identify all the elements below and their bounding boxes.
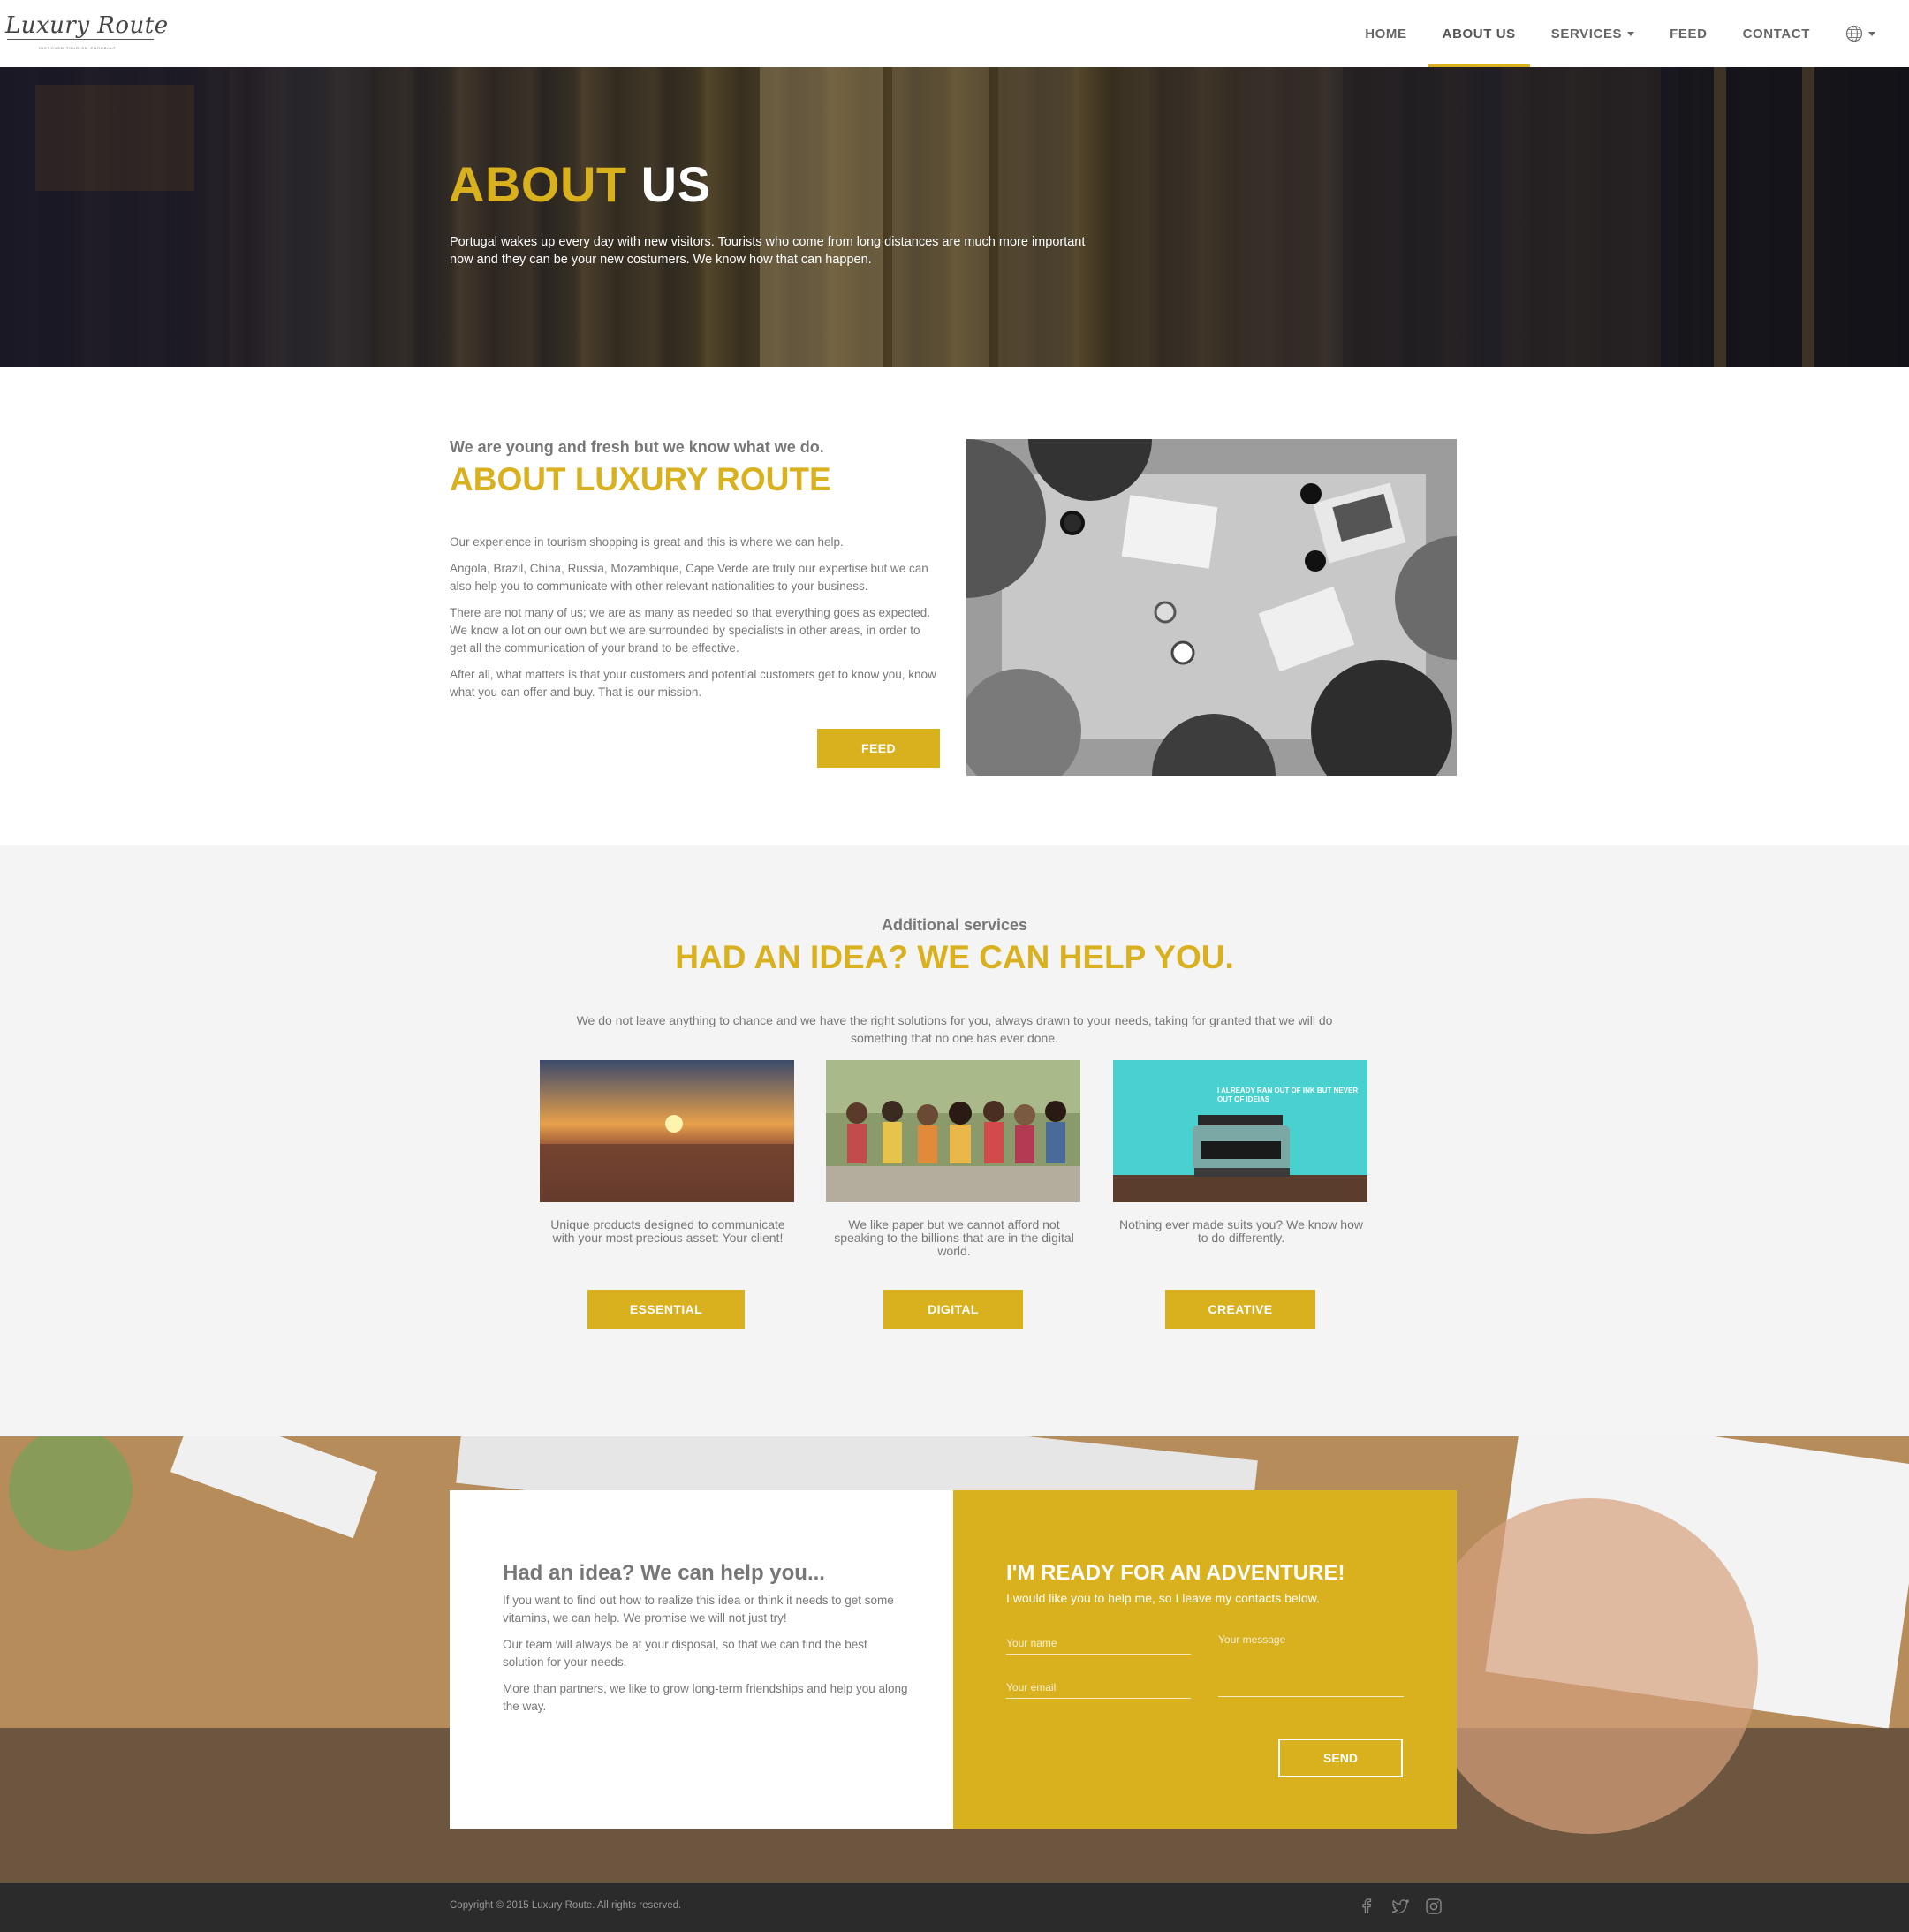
nav-item-label: CONTACT <box>1742 26 1810 42</box>
caret-down-icon <box>1868 31 1875 36</box>
digital-button[interactable]: DIGITAL <box>883 1290 1023 1329</box>
page-title-rest: US <box>640 156 711 212</box>
hero-banner: ABOUT US Portugal wakes up every day wit… <box>0 67 1909 367</box>
site-header: Luxury Route DISCOVER TOURISM SHOPPING H… <box>0 0 1909 67</box>
about-paragraph: After all, what matters is that your cus… <box>450 668 936 699</box>
services-subtitle: Additional services <box>881 916 1028 934</box>
service-card-essential: Unique products designed to communicate … <box>540 1060 796 1245</box>
nav-item-label: ABOUT US <box>1442 26 1516 42</box>
caret-down-icon <box>1627 31 1635 36</box>
nav-item-home[interactable]: HOME <box>1347 0 1424 67</box>
nav-item-contact[interactable]: CONTACT <box>1725 0 1828 67</box>
about-paragraph: There are not many of us; we are as many… <box>450 606 931 655</box>
group-of-friends-photo <box>826 1060 1080 1202</box>
services-section: Additional services HAD AN IDEA? WE CAN … <box>0 845 1909 1436</box>
team-meeting-illustration <box>966 439 1457 776</box>
site-footer: Copyright © 2015 Luxury Route. All right… <box>0 1883 1909 1932</box>
about-paragraph: Angola, Brazil, China, Russia, Mozambiqu… <box>450 562 928 593</box>
page-title-highlight: ABOUT <box>449 156 627 212</box>
essential-button[interactable]: ESSENTIAL <box>587 1290 745 1329</box>
nav-item-services[interactable]: SERVICES <box>1534 0 1652 67</box>
sunset-city-photo <box>540 1060 794 1202</box>
nav-item-label: HOME <box>1365 26 1407 42</box>
contact-form-title: I'M READY FOR AN ADVENTURE! <box>1006 1561 1345 1585</box>
instagram-icon[interactable] <box>1424 1897 1443 1916</box>
hero-description: Portugal wakes up every day with new vis… <box>450 235 1086 267</box>
contact-info-body: If you want to find out how to realize t… <box>503 1592 909 1724</box>
contact-info-paragraph: If you want to find out how to realize t… <box>503 1594 894 1625</box>
luxury-route-logo[interactable]: Luxury Route DISCOVER TOURISM SHOPPING <box>5 12 169 53</box>
message-field[interactable] <box>1218 1630 1404 1697</box>
contact-info-paragraph: More than partners, we like to grow long… <box>503 1682 908 1713</box>
name-field[interactable] <box>1006 1632 1191 1655</box>
feed-button[interactable]: FEED <box>817 729 940 768</box>
logo-tagline: DISCOVER TOURISM SHOPPING <box>39 46 117 50</box>
twitter-icon[interactable] <box>1390 1897 1410 1916</box>
contact-info-paragraph: Our team will always be at your disposal… <box>503 1638 867 1669</box>
nav-item-label: FEED <box>1670 26 1708 42</box>
main-nav: HOME ABOUT US SERVICES FEED CONTACT <box>1347 0 1893 67</box>
services-title: HAD AN IDEA? WE CAN HELP YOU. <box>675 939 1234 975</box>
typewriter-photo: I ALREADY RAN OUT OF INK BUT NEVER OUT O… <box>1113 1060 1367 1202</box>
send-button[interactable]: SEND <box>1278 1739 1403 1777</box>
contact-section: Had an idea? We can help you... If you w… <box>0 1436 1909 1883</box>
typewriter-illustration <box>1113 1060 1367 1202</box>
about-title: ABOUT LUXURY ROUTE <box>450 461 831 497</box>
city-buildings-background <box>0 67 1909 367</box>
team-meeting-photo <box>966 439 1457 776</box>
nav-item-about-us[interactable]: ABOUT US <box>1425 0 1534 67</box>
group-of-friends-illustration <box>826 1060 1080 1202</box>
typewriter-caption: I ALREADY RAN OUT OF INK BUT NEVER OUT O… <box>1217 1087 1359 1103</box>
logo-underline <box>7 39 154 40</box>
about-paragraph: Our experience in tourism shopping is gr… <box>450 535 844 549</box>
contact-form-subtitle: I would like you to help me, so I leave … <box>1006 1591 1320 1605</box>
copyright-text: Copyright © 2015 Luxury Route. All right… <box>450 1900 682 1911</box>
nav-item-label: SERVICES <box>1550 26 1623 42</box>
nav-item-feed[interactable]: FEED <box>1652 0 1724 67</box>
language-selector[interactable] <box>1828 0 1893 67</box>
creative-button[interactable]: CREATIVE <box>1165 1290 1315 1329</box>
about-section: We are young and fresh but we know what … <box>0 367 1909 845</box>
contact-info-title: Had an idea? We can help you... <box>503 1561 825 1585</box>
sunset-city-illustration <box>540 1060 794 1202</box>
service-card-text: We like paper but we cannot afford not s… <box>834 1217 1074 1258</box>
page-title: ABOUT US <box>449 155 710 213</box>
logo-wordmark: Luxury Route <box>5 12 169 39</box>
service-card-text: Nothing ever made suits you? We know how… <box>1119 1217 1363 1245</box>
contact-form-panel: I'M READY FOR AN ADVENTURE! I would like… <box>953 1490 1457 1829</box>
about-subtitle: We are young and fresh but we know what … <box>450 438 824 456</box>
service-card-digital: We like paper but we cannot afford not s… <box>826 1060 1082 1258</box>
social-links <box>1357 1897 1443 1916</box>
email-field[interactable] <box>1006 1676 1191 1699</box>
globe-icon <box>1845 25 1863 42</box>
service-card-text: Unique products designed to communicate … <box>550 1217 785 1245</box>
services-description: We do not leave anything to chance and w… <box>576 1013 1333 1045</box>
about-body: Our experience in tourism shopping is gr… <box>450 534 940 710</box>
contact-info-panel: Had an idea? We can help you... If you w… <box>450 1490 953 1829</box>
service-card-creative: I ALREADY RAN OUT OF INK BUT NEVER OUT O… <box>1113 1060 1369 1245</box>
facebook-icon[interactable] <box>1357 1897 1376 1916</box>
